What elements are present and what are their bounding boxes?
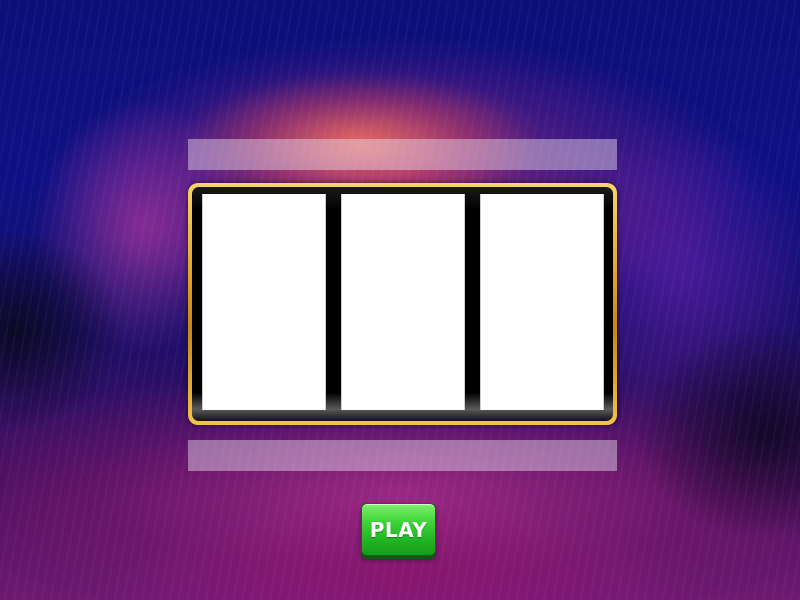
slot-game-screen: PLAY xyxy=(0,0,800,600)
bottom-banner xyxy=(188,440,617,471)
reel-2 xyxy=(341,194,465,410)
reel-3 xyxy=(480,194,604,410)
reel-window xyxy=(192,187,613,421)
reel-1 xyxy=(202,194,326,410)
top-banner xyxy=(188,139,617,170)
reel-window-frame xyxy=(188,183,617,425)
play-button[interactable]: PLAY xyxy=(361,503,436,556)
play-button-label: PLAY xyxy=(369,517,428,542)
